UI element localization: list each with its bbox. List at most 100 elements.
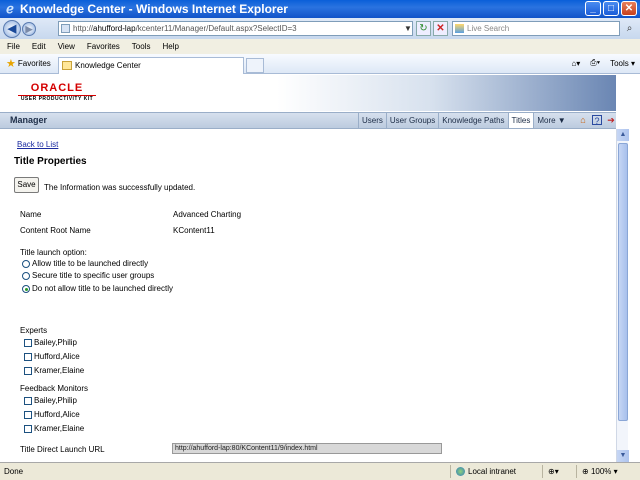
nav-more[interactable]: More ▼ [533,113,568,128]
menu-help[interactable]: Help [162,42,178,51]
url-path: /kcenter11/Manager/Default.aspx?SelectID… [135,24,297,33]
expert-item[interactable]: Kramer,Elaine [24,366,84,375]
manager-icons: ⌂ ? ➔ [578,115,616,126]
manager-bar: Manager Users User Groups Knowledge Path… [0,112,616,129]
feedback-monitors-label: Feedback Monitors [20,384,89,393]
globe-icon [456,467,465,476]
checkbox[interactable] [24,424,32,433]
menu-bar: File Edit View Favorites Tools Help [0,39,640,54]
protected-mode-icon[interactable]: ⊕▾ [548,467,559,476]
search-input[interactable]: Live Search [452,21,620,36]
logout-icon[interactable]: ➔ [606,115,616,125]
window-controls: _ □ ✕ [585,1,637,16]
monitor-item[interactable]: Bailey,Philip [24,396,77,405]
brand-name: ORACLE [30,82,84,94]
home-icon[interactable]: ⌂ [578,115,588,125]
help-icon[interactable]: ? [592,115,602,126]
experts-label: Experts [20,326,48,335]
forward-button[interactable]: ▶ [22,21,36,36]
status-divider [542,465,543,478]
menu-tools[interactable]: Tools [132,42,151,51]
radio-button[interactable] [22,259,30,268]
minimize-button[interactable]: _ [585,1,601,16]
menu-favorites[interactable]: Favorites [87,42,120,51]
checkbox[interactable] [24,396,32,405]
new-tab-button[interactable] [246,58,264,73]
status-text: Done [4,467,24,476]
checkbox[interactable] [24,366,32,375]
stop-icon[interactable]: ✕ [433,21,448,36]
nav-titles[interactable]: Titles [507,113,534,128]
launch-option-label: Title launch option: [20,248,87,257]
save-button[interactable]: Save [14,177,39,193]
close-button[interactable]: ✕ [621,1,637,16]
tab-page-icon [62,61,72,70]
page-content: ORACLE USER PRODUCTIVITY KIT Manager Use… [0,75,616,462]
command-bar: ⌂▾ ⎙▾ Tools ▾ [571,58,635,68]
print-icon[interactable]: ⎙▾ [590,58,600,68]
checkbox[interactable] [24,410,32,419]
url-host: ahufford-lap [93,24,136,33]
url-field[interactable]: http://ahufford-lap/kcenter11/Manager/De… [58,21,413,36]
ie-logo-icon: ℯ [6,1,14,16]
back-button[interactable]: ◀ [3,19,21,38]
security-zone[interactable]: Local intranet [456,467,516,476]
scroll-up-icon[interactable]: ▲ [617,129,629,141]
launch-option-direct[interactable]: Allow title to be launched directly [22,259,148,268]
launch-option-secure-label: Secure title to specific user groups [32,271,155,280]
monitor-name: Hufford,Alice [34,410,80,419]
name-value: Advanced Charting [173,210,242,219]
menu-view[interactable]: View [58,42,75,51]
back-to-list-link[interactable]: Back to List [17,140,58,149]
launch-option-secure[interactable]: Secure title to specific user groups [22,271,154,280]
launch-option-disallow[interactable]: Do not allow title to be launched direct… [22,284,173,293]
live-search-icon [455,24,464,33]
menu-edit[interactable]: Edit [32,42,46,51]
page-icon [61,24,70,33]
nav-knowledge-paths[interactable]: Knowledge Paths [438,113,507,128]
search-icon[interactable]: ⌕ [622,21,637,36]
menu-file[interactable]: File [7,42,20,51]
nav-users[interactable]: Users [358,113,386,128]
monitor-item[interactable]: Kramer,Elaine [24,424,84,433]
nav-user-groups[interactable]: User Groups [385,113,438,128]
manager-nav: Users User Groups Knowledge Paths Titles… [358,113,569,128]
direct-launch-url-field[interactable]: http://ahufford-lap:80/KContent11/9/inde… [172,443,442,454]
maximize-button[interactable]: □ [603,1,619,16]
status-divider [576,465,577,478]
oracle-logo: ORACLE USER PRODUCTIVITY KIT [18,82,96,102]
search-placeholder: Live Search [467,24,510,33]
tools-button[interactable]: Tools ▾ [610,59,635,68]
name-label: Name [20,210,42,219]
browser-tab[interactable]: Knowledge Center [58,57,244,74]
expert-item[interactable]: Bailey,Philip [24,338,77,347]
address-dropdown-icon[interactable]: ▼ [403,22,413,35]
scroll-thumb[interactable] [618,143,628,421]
launch-option-direct-label: Allow title to be launched directly [32,259,149,268]
url-prefix: http:// [73,24,94,33]
expert-item[interactable]: Hufford,Alice [24,352,80,361]
vertical-scrollbar[interactable]: ▲ ▼ [616,129,629,462]
checkbox[interactable] [24,352,32,361]
radio-button[interactable] [22,271,30,280]
direct-launch-url-label: Title Direct Launch URL [20,445,105,454]
radio-button-selected[interactable] [22,284,30,293]
content-root-label: Content Root Name [20,226,91,235]
status-bar: Done Local intranet ⊕▾ ⊕ 100% ▾ [0,462,640,480]
favorites-button[interactable]: Favorites [18,59,51,68]
checkbox[interactable] [24,338,32,347]
scroll-down-icon[interactable]: ▼ [617,450,629,462]
zoom-value: 100% [590,467,612,476]
brand-product: USER PRODUCTIVITY KIT [18,95,96,102]
launch-option-disallow-label: Do not allow title to be launched direct… [32,284,173,293]
window-title: Knowledge Center - Windows Internet Expl… [20,2,288,16]
manager-title: Manager [10,115,48,125]
header-banner: ORACLE USER PRODUCTIVITY KIT [0,75,616,111]
tools-label: Tools [610,58,629,68]
monitor-item[interactable]: Hufford,Alice [24,410,80,419]
zoom-level[interactable]: ⊕ 100% ▾ [582,467,618,476]
favorites-star-icon[interactable]: ★ [6,57,16,70]
refresh-icon[interactable]: ↻ [416,21,431,36]
home-icon[interactable]: ⌂▾ [571,59,580,68]
expert-name: Kramer,Elaine [34,366,85,375]
